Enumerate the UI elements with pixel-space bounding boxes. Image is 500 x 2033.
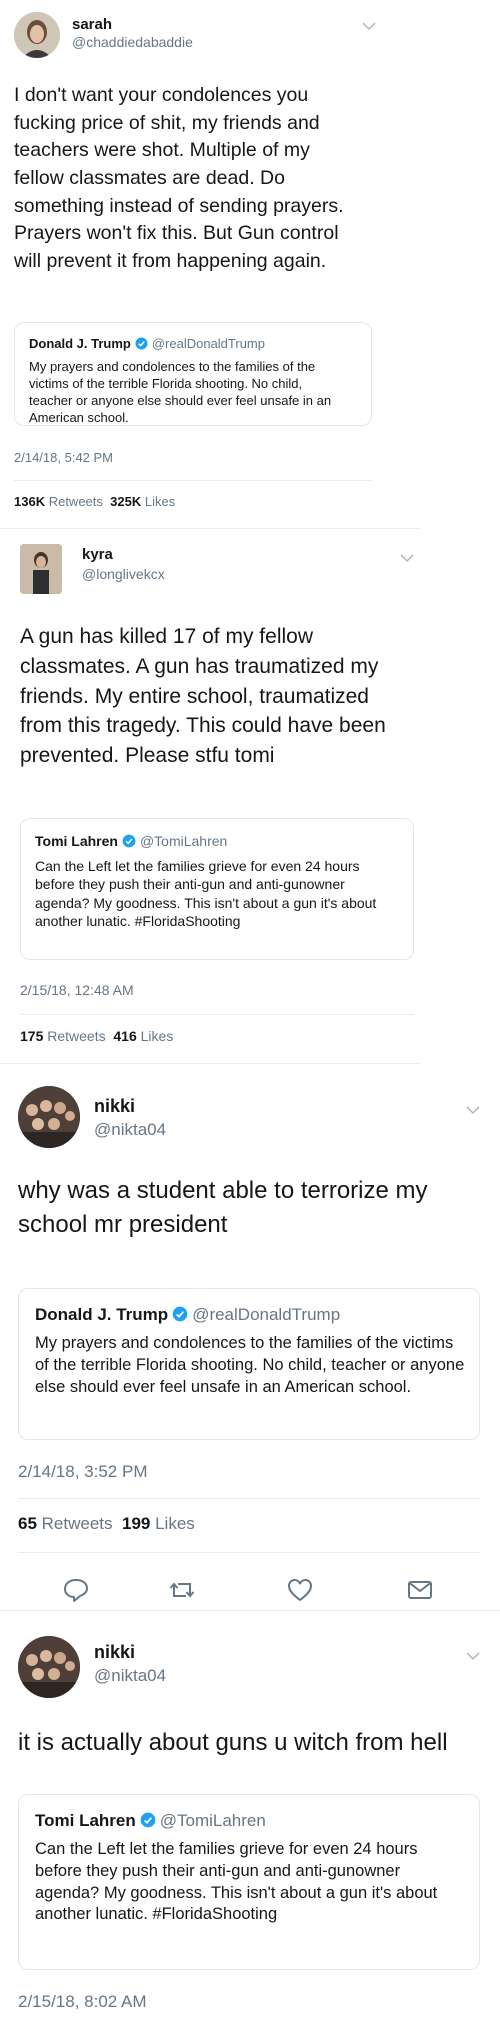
quoted-tweet-header: Donald J. Trump @realDonaldTrump <box>35 1305 340 1325</box>
user-handle[interactable]: @nikta04 <box>94 1120 166 1140</box>
display-name[interactable]: sarah <box>72 16 112 33</box>
divider <box>20 1014 414 1015</box>
quoted-tweet-header: Tomi Lahren @TomiLahren <box>35 833 227 849</box>
retweets-label[interactable]: Retweets <box>42 1514 113 1533</box>
retweet-icon[interactable] <box>168 1576 196 1604</box>
quoted-tweet-header: Donald J. Trump @realDonaldTrump <box>29 336 265 351</box>
tweet-4: nikki @nikta04 it is actually about guns… <box>0 1618 500 2033</box>
tweet-timestamp[interactable]: 2/14/18, 3:52 PM <box>18 1462 147 1482</box>
divider <box>18 1498 480 1499</box>
chevron-down-icon[interactable] <box>362 22 376 31</box>
divider <box>14 480 372 481</box>
avatar[interactable] <box>14 12 60 58</box>
quoted-handle: @realDonaldTrump <box>192 1305 341 1324</box>
like-count[interactable]: 199 <box>122 1514 150 1533</box>
tweet-separator <box>0 1610 500 1611</box>
display-name[interactable]: nikki <box>94 1642 135 1663</box>
verified-badge-icon <box>122 834 136 848</box>
chevron-down-icon[interactable] <box>466 1106 480 1115</box>
quoted-tweet-text: My prayers and condolences to the famili… <box>29 359 332 426</box>
avatar[interactable] <box>18 1636 80 1698</box>
tweet-text: it is actually about guns u witch from h… <box>18 1729 448 1756</box>
engagement-stats: 175 Retweets 416 Likes <box>20 1028 173 1044</box>
reply-icon[interactable] <box>62 1576 90 1604</box>
retweet-count[interactable]: 175 <box>20 1028 43 1044</box>
user-handle[interactable]: @longlivekcx <box>82 566 165 582</box>
display-name[interactable]: nikki <box>94 1096 135 1117</box>
tweet-text: I don't want your condolences you fuckin… <box>14 84 344 273</box>
chevron-down-icon[interactable] <box>400 554 414 563</box>
tweet-2: kyra @longlivekcx A gun has killed 17 of… <box>0 530 500 1060</box>
verified-badge-icon <box>172 1306 188 1322</box>
display-name[interactable]: kyra <box>82 546 113 563</box>
engagement-stats: 65 Retweets 199 Likes <box>18 1514 195 1534</box>
avatar[interactable] <box>20 544 62 594</box>
chevron-down-icon[interactable] <box>466 1652 480 1661</box>
envelope-icon[interactable] <box>406 1576 434 1604</box>
retweet-count[interactable]: 65 <box>18 1514 37 1533</box>
likes-label[interactable]: Likes <box>145 494 175 509</box>
quoted-display-name: Tomi Lahren <box>35 1811 136 1830</box>
tweet-timestamp[interactable]: 2/15/18, 8:02 AM <box>18 1992 147 2012</box>
quoted-tweet[interactable]: Donald J. Trump @realDonaldTrump My praye… <box>14 322 372 426</box>
quoted-tweet-text: Can the Left let the families grieve for… <box>35 1840 438 1924</box>
heart-icon[interactable] <box>286 1576 314 1604</box>
tweet-text: why was a student able to terrorize my s… <box>18 1177 428 1239</box>
quoted-handle: @TomiLahren <box>139 833 228 849</box>
quoted-tweet[interactable]: Tomi Lahren @TomiLahren Can the Left let … <box>18 1794 480 1970</box>
tweet-separator <box>0 1063 420 1064</box>
likes-label[interactable]: Likes <box>141 1028 174 1044</box>
quoted-tweet-text: Can the Left let the families grieve for… <box>35 858 377 930</box>
quoted-display-name: Donald J. Trump <box>35 1305 169 1324</box>
like-count[interactable]: 325K <box>110 494 141 509</box>
quoted-tweet[interactable]: Tomi Lahren @TomiLahren Can the Left let … <box>20 818 414 960</box>
tweet-text: A gun has killed 17 of my fellow classma… <box>20 625 386 768</box>
like-count[interactable]: 416 <box>113 1028 136 1044</box>
engagement-stats: 136K Retweets 325K Likes <box>14 494 175 509</box>
divider <box>18 1552 480 1553</box>
quoted-display-name: Tomi Lahren <box>35 833 118 849</box>
tweet-1: sarah @chaddiedabaddie I don't want your… <box>0 0 500 510</box>
retweets-label[interactable]: Retweets <box>49 494 103 509</box>
tweet-timestamp[interactable]: 2/15/18, 12:48 AM <box>20 982 134 998</box>
quoted-tweet[interactable]: Donald J. Trump @realDonaldTrump My praye… <box>18 1288 480 1440</box>
verified-badge-icon <box>140 1812 156 1828</box>
retweet-count[interactable]: 136K <box>14 494 45 509</box>
quoted-tweet-text: My prayers and condolences to the famili… <box>35 1334 465 1396</box>
avatar[interactable] <box>18 1086 80 1148</box>
user-handle[interactable]: @chaddiedabaddie <box>72 34 193 50</box>
verified-badge-icon <box>135 337 148 350</box>
quoted-handle: @realDonaldTrump <box>151 336 265 351</box>
tweet-timestamp[interactable]: 2/14/18, 5:42 PM <box>14 450 113 465</box>
tweet-separator <box>0 528 420 529</box>
quoted-display-name: Donald J. Trump <box>29 336 131 351</box>
quoted-handle: @TomiLahren <box>159 1811 266 1830</box>
tweet-3: nikki @nikta04 why was a student able to… <box>0 1066 500 1640</box>
user-handle[interactable]: @nikta04 <box>94 1666 166 1686</box>
likes-label[interactable]: Likes <box>155 1514 195 1533</box>
retweets-label[interactable]: Retweets <box>47 1028 105 1044</box>
quoted-tweet-header: Tomi Lahren @TomiLahren <box>35 1811 266 1831</box>
